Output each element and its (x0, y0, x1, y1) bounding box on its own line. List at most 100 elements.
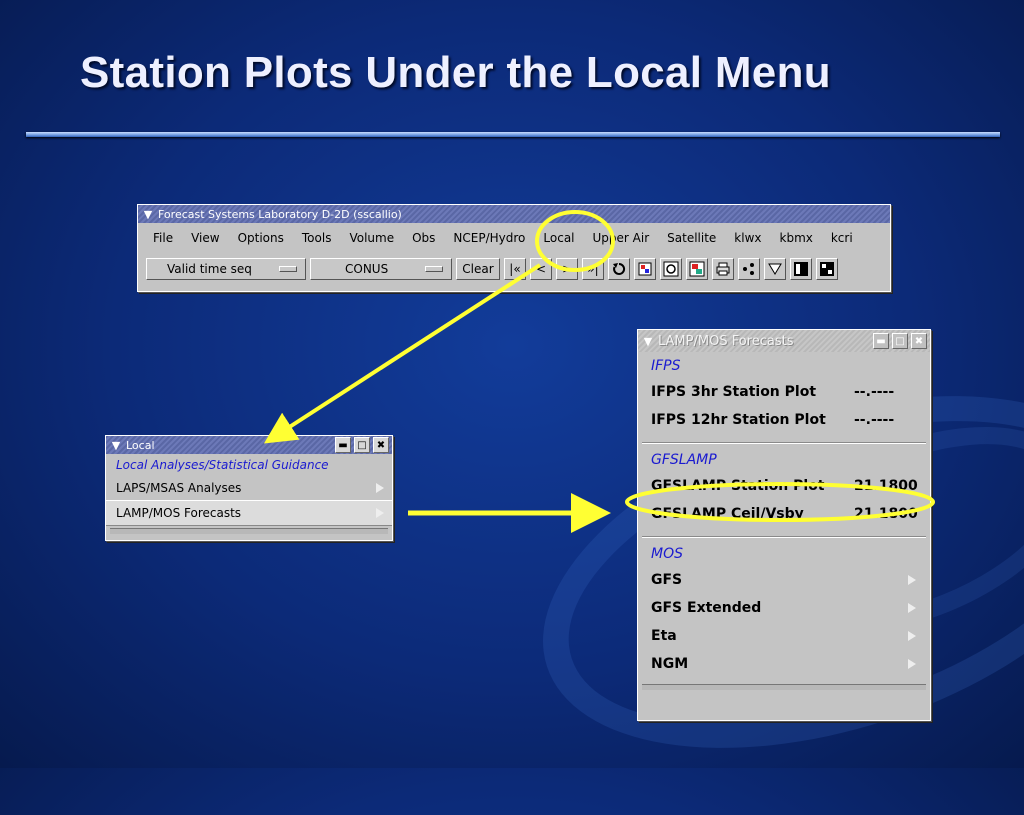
ifps-3hr-label: IFPS 3hr Station Plot (651, 384, 817, 400)
image-combo-button[interactable] (634, 258, 656, 280)
submenu-arrow-icon (376, 483, 384, 493)
menu-separator (642, 536, 926, 538)
gfslamp-station-plot-item[interactable]: GFSLAMP Station Plot 21.1800 (638, 472, 930, 500)
prev-frame-icon: < (535, 262, 547, 276)
gfslamp-ceil-vsby-item[interactable]: GFSLAMP Ceil/Vsby 21.1800 (638, 500, 930, 528)
menu-kbmx[interactable]: kbmx (771, 231, 822, 245)
local-menu-header: Local Analyses/Statistical Guidance (116, 458, 329, 472)
menu-file[interactable]: File (144, 231, 182, 245)
printer-icon (716, 262, 730, 276)
ngm-item[interactable]: NGM (638, 650, 930, 678)
menu-obs[interactable]: Obs (403, 231, 444, 245)
gfs-extended-item[interactable]: GFS Extended (638, 594, 930, 622)
close-icon[interactable]: ✖ (373, 437, 389, 453)
close-icon[interactable]: ✖ (911, 333, 927, 349)
ifps-3hr-item[interactable]: IFPS 3hr Station Plot --.---- (638, 378, 930, 406)
maximize-icon[interactable]: □ (354, 437, 370, 453)
local-titlebar[interactable]: ▼ Local ▬ □ ✖ (106, 436, 392, 454)
local-menu-body: Local Analyses/Statistical Guidance LAPS… (106, 454, 392, 534)
option-indicator-icon (425, 266, 443, 272)
panel-four-button[interactable] (816, 258, 838, 280)
gfs-item[interactable]: GFS (638, 566, 930, 594)
last-frame-button[interactable]: »| (582, 258, 604, 280)
ifps-header: IFPS (651, 358, 681, 374)
slide-title: Station Plots Under the Local Menu (80, 48, 831, 97)
gfslamp-ceil-vsby-value: 21.1800 (854, 506, 918, 522)
first-frame-icon: |« (509, 262, 521, 276)
laps-msas-item[interactable]: LAPS/MSAS Analyses (106, 476, 392, 500)
gfs-extended-label: GFS Extended (651, 600, 762, 616)
minimize-icon[interactable]: ▬ (873, 333, 889, 349)
map-icon (689, 261, 705, 277)
panel-four-icon (820, 262, 834, 276)
lamp-mos-item[interactable]: LAMP/MOS Forecasts (106, 500, 392, 526)
clear-label: Clear (462, 262, 494, 276)
menu-satellite[interactable]: Satellite (658, 231, 725, 245)
prev-frame-button[interactable]: < (530, 258, 552, 280)
gfs-label: GFS (651, 572, 683, 588)
lamp-menu-body: IFPS IFPS 3hr Station Plot --.---- IFPS … (638, 352, 930, 690)
reset-icon (663, 261, 679, 277)
scale-option-label: CONUS (345, 262, 389, 276)
print-button[interactable] (712, 258, 734, 280)
points-icon (743, 263, 754, 275)
d2d-main-window: ▼ Forecast Systems Laboratory D-2D (ssca… (137, 204, 891, 292)
ifps-12hr-label: IFPS 12hr Station Plot (651, 412, 826, 428)
menu-kcri[interactable]: kcri (822, 231, 862, 245)
lamp-mos-label: LAMP/MOS Forecasts (116, 506, 242, 520)
lamp-titlebar[interactable]: ▼ LAMP/MOS Forecasts ▬ □ ✖ (638, 330, 930, 352)
time-option-label: Valid time seq (167, 262, 252, 276)
mos-header: MOS (651, 546, 683, 562)
loop-button[interactable] (608, 258, 630, 280)
menu-ncep-hydro[interactable]: NCEP/Hydro (444, 231, 534, 245)
title-rule (26, 132, 1000, 137)
reset-button[interactable] (660, 258, 682, 280)
local-window-title: Local (126, 438, 155, 452)
gfslamp-station-plot-label: GFSLAMP Station Plot (651, 478, 825, 494)
window-menu-icon[interactable]: ▼ (141, 207, 155, 221)
points-button[interactable] (738, 258, 760, 280)
submenu-arrow-icon (908, 603, 916, 613)
menu-local[interactable]: Local (534, 231, 583, 245)
window-menu-icon[interactable]: ▼ (109, 438, 123, 452)
local-menu-window: ▼ Local ▬ □ ✖ Local Analyses/Statistical… (105, 435, 393, 541)
main-window-title: Forecast Systems Laboratory D-2D (sscall… (158, 207, 402, 221)
menu-volume[interactable]: Volume (340, 231, 403, 245)
window-menu-icon[interactable]: ▼ (641, 334, 655, 348)
option-indicator-icon (279, 266, 297, 272)
ifps-3hr-value: --.---- (854, 384, 895, 400)
gfslamp-header: GFSLAMP (651, 452, 717, 468)
scale-option-menu[interactable]: CONUS (310, 258, 452, 280)
horizontal-scrollbar[interactable] (110, 528, 388, 534)
pointer-button[interactable] (764, 258, 786, 280)
panel-left-button[interactable] (790, 258, 812, 280)
maximize-icon[interactable]: □ (892, 333, 908, 349)
menu-tools[interactable]: Tools (293, 231, 341, 245)
menu-options[interactable]: Options (229, 231, 293, 245)
submenu-arrow-icon (908, 659, 916, 669)
next-frame-icon: > (561, 262, 573, 276)
menu-klwx[interactable]: klwx (725, 231, 770, 245)
ngm-label: NGM (651, 656, 689, 672)
lamp-window-title: LAMP/MOS Forecasts (658, 333, 794, 349)
eta-item[interactable]: Eta (638, 622, 930, 650)
map-button[interactable] (686, 258, 708, 280)
menu-view[interactable]: View (182, 231, 228, 245)
menu-upper-air[interactable]: Upper Air (584, 231, 659, 245)
submenu-arrow-icon (908, 631, 916, 641)
time-option-menu[interactable]: Valid time seq (146, 258, 306, 280)
submenu-arrow-icon (908, 575, 916, 585)
image-combo-icon (638, 262, 652, 276)
last-frame-icon: »| (587, 262, 599, 276)
clear-button[interactable]: Clear (456, 258, 500, 280)
horizontal-scrollbar[interactable] (642, 684, 926, 690)
gfslamp-ceil-vsby-label: GFSLAMP Ceil/Vsby (651, 506, 804, 522)
main-titlebar[interactable]: ▼ Forecast Systems Laboratory D-2D (ssca… (138, 205, 890, 223)
ifps-12hr-item[interactable]: IFPS 12hr Station Plot --.---- (638, 406, 930, 434)
first-frame-button[interactable]: |« (504, 258, 526, 280)
submenu-arrow-icon (376, 508, 384, 518)
panel-left-icon (794, 262, 808, 276)
laps-msas-label: LAPS/MSAS Analyses (116, 481, 242, 495)
minimize-icon[interactable]: ▬ (335, 437, 351, 453)
next-frame-button[interactable]: > (556, 258, 578, 280)
